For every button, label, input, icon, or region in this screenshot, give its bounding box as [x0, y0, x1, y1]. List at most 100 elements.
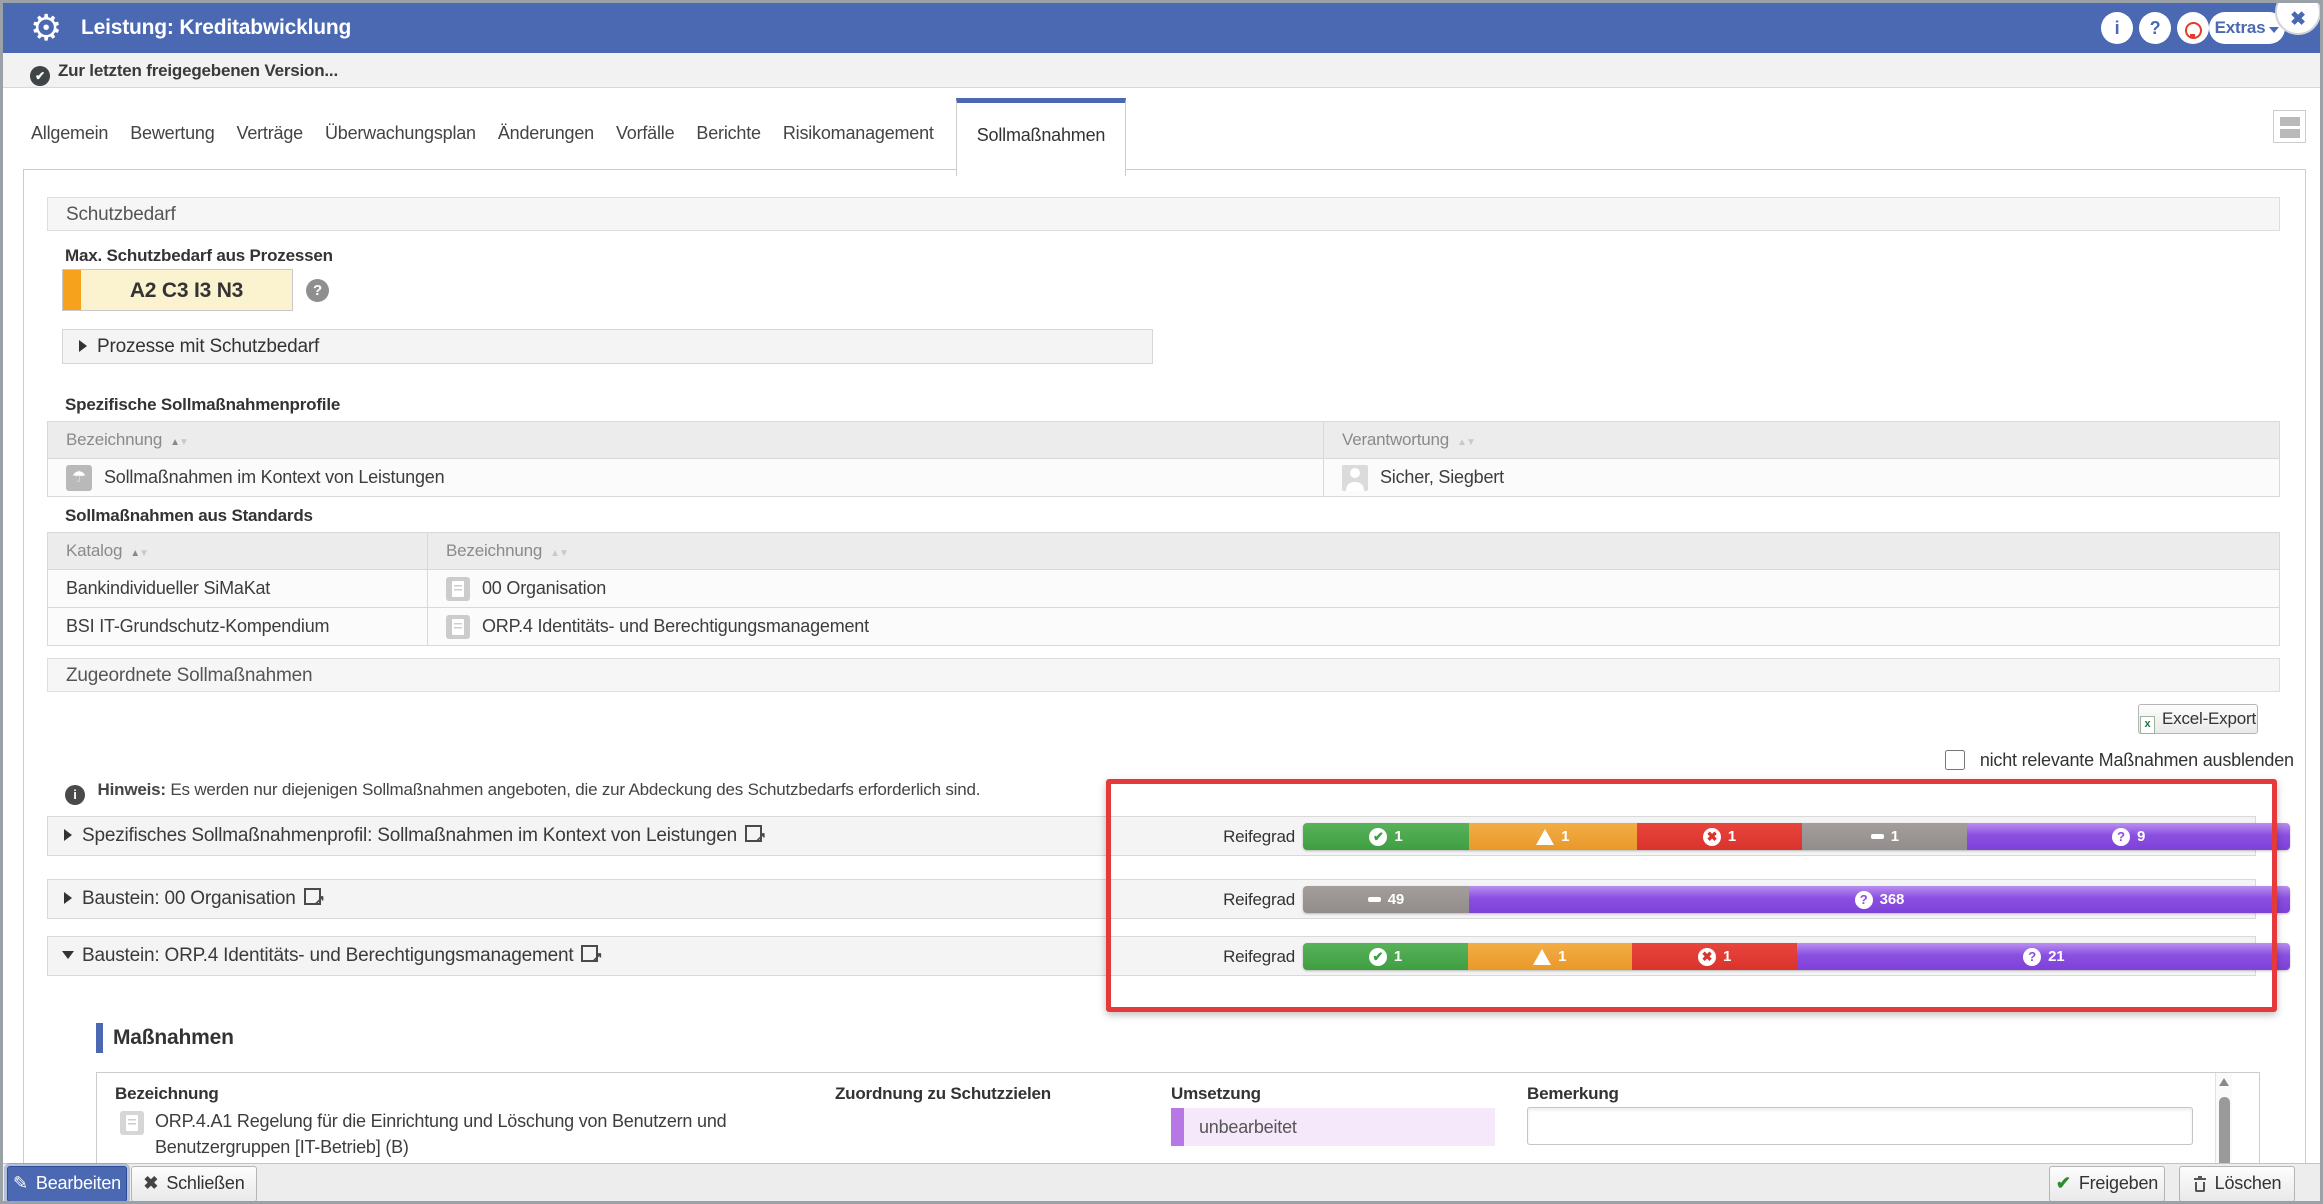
idea-bulb-icon[interactable]: [2177, 12, 2209, 44]
profiles-table: Bezeichnung▲▼ Verantwortung▲▼ ☂Sollmaßna…: [47, 421, 2280, 497]
umsetzung-select[interactable]: unbearbeitet: [1171, 1108, 1495, 1146]
checkbox-label: nicht relevante Maßnahmen ausblenden: [1980, 750, 2294, 770]
heading-accent-bar: [96, 1023, 103, 1053]
segment-teilweise: !1: [1468, 943, 1632, 970]
person-icon: [1342, 465, 1368, 491]
application-window: ⚙ Leistung: Kreditabwicklung i ? Extras …: [0, 0, 2323, 1204]
tab-sollmassnahmen[interactable]: Sollmaßnahmen: [956, 98, 1126, 176]
badge-color-strip: [63, 270, 81, 310]
segment-nicht-erfuellt: ✖1: [1637, 823, 1803, 850]
segment-nicht-erfuellt: ✖1: [1632, 943, 1798, 970]
warning-triangle-icon: !: [1536, 829, 1554, 845]
tab-ueberwachungsplan[interactable]: Überwachungsplan: [325, 98, 476, 169]
x-circle-icon: ✖: [1698, 948, 1716, 966]
chevron-right-icon: [79, 340, 87, 352]
hint-text: i Hinweis: Es werden nur diejenigen Soll…: [65, 780, 980, 805]
layout-toggle-button[interactable]: [2273, 110, 2306, 143]
info-circle-icon: i: [65, 785, 85, 805]
vertical-scrollbar[interactable]: [2215, 1073, 2232, 1169]
external-link-icon[interactable]: ↗: [581, 945, 598, 962]
accordion-baustein-00-organisation[interactable]: Baustein: 00 Organisation↗ Reifegrad 49 …: [47, 879, 2256, 919]
reifegrad-bar: ✔1 !1 ✖1 ?21: [1303, 943, 2290, 970]
tab-vorfaelle[interactable]: Vorfälle: [616, 98, 674, 169]
x-circle-icon: ✖: [1703, 828, 1721, 846]
loeschen-button[interactable]: Löschen: [2179, 1166, 2295, 1202]
table-row[interactable]: Bankindividueller SiMaKat 00 Organisatio…: [48, 570, 2280, 608]
column-header-katalog[interactable]: Katalog▲▼: [48, 533, 428, 570]
profile-icon: ☂: [66, 465, 92, 491]
title-bar: ⚙ Leistung: Kreditabwicklung i ? Extras: [3, 3, 2320, 53]
schutzbedarf-badge: A2 C3 I3 N3: [62, 269, 293, 311]
question-circle-icon: ?: [1855, 891, 1873, 909]
warning-triangle-icon: !: [1533, 949, 1551, 965]
column-header-bezeichnung: Bezeichnung: [115, 1084, 219, 1104]
table-row[interactable]: ☂Sollmaßnahmen im Kontext von Leistungen…: [48, 459, 2280, 497]
hide-irrelevant-checkbox[interactable]: [1945, 750, 1965, 770]
excel-export-button[interactable]: xExcel-Export: [2138, 704, 2258, 734]
help-icon[interactable]: ?: [2139, 12, 2171, 44]
tab-bewertung[interactable]: Bewertung: [130, 98, 214, 169]
chevron-down-icon: [62, 951, 74, 959]
table-row[interactable]: BSI IT-Grundschutz-Kompendium ORP.4 Iden…: [48, 608, 2280, 646]
action-bar: ✎Bearbeiten ✖Schließen ✔Freigeben Lösche…: [3, 1163, 2320, 1201]
reifegrad-bar: ✔1 !1 ✖1 1 ?9: [1303, 823, 2290, 850]
max-schutzbedarf-label: Max. Schutzbedarf aus Prozessen: [65, 246, 333, 266]
trash-icon: [2193, 1176, 2207, 1192]
bemerkung-input[interactable]: [1527, 1107, 2193, 1145]
tab-aenderungen[interactable]: Änderungen: [498, 98, 594, 169]
accordion-profil-sollmassnahmen[interactable]: Spezifisches Sollmaßnahmenprofil: Sollma…: [47, 816, 2256, 856]
massnahme-icon: [120, 1111, 144, 1135]
scroll-up-arrow[interactable]: [2219, 1078, 2229, 1086]
baustein-icon: [446, 615, 470, 639]
accordion-baustein-orp4[interactable]: Baustein: ORP.4 Identitäts- und Berechti…: [47, 936, 2256, 976]
segment-nicht-relevant: 1: [1802, 823, 1967, 850]
tab-risikomanagement[interactable]: Risikomanagement: [783, 98, 934, 169]
tab-vertraege[interactable]: Verträge: [237, 98, 303, 169]
standards-table-label: Sollmaßnahmen aus Standards: [65, 506, 313, 526]
check-icon: ✔: [2056, 1173, 2071, 1193]
sort-icons: ▲▼: [130, 548, 148, 559]
badge-help-icon[interactable]: ?: [306, 279, 329, 302]
hide-irrelevant-checkbox-row: nicht relevante Maßnahmen ausblenden: [1941, 747, 2294, 769]
info-icon[interactable]: i: [2101, 12, 2133, 44]
minus-icon: [1368, 897, 1381, 902]
sort-icons: ▲▼: [170, 437, 188, 448]
bearbeiten-button[interactable]: ✎Bearbeiten: [7, 1166, 127, 1202]
segment-nicht-relevant: 49: [1303, 886, 1469, 913]
sort-icons: ▲▼: [550, 548, 568, 559]
external-link-icon[interactable]: ↗: [304, 888, 321, 905]
chevron-right-icon: [64, 892, 72, 904]
tab-berichte[interactable]: Berichte: [696, 98, 760, 169]
check-circle-icon: ✔: [30, 66, 50, 86]
schliessen-button[interactable]: ✖Schließen: [131, 1166, 257, 1202]
column-header-bemerkung: Bemerkung: [1527, 1084, 1619, 1104]
edit-pencil-icon: ✎: [13, 1173, 28, 1193]
tab-bar: Allgemein Bewertung Verträge Überwachung…: [31, 98, 1126, 169]
tab-allgemein[interactable]: Allgemein: [31, 98, 108, 169]
prozesse-mit-schutzbedarf-toggle[interactable]: Prozesse mit Schutzbedarf: [62, 329, 1153, 364]
column-header-verantwortung[interactable]: Verantwortung▲▼: [1324, 422, 2280, 459]
segment-offen: ?21: [1797, 943, 2290, 970]
external-link-icon[interactable]: ↗: [745, 825, 762, 842]
reifegrad-label: Reifegrad: [1190, 880, 1295, 920]
standards-table: Katalog▲▼ Bezeichnung▲▼ Bankindividuelle…: [47, 532, 2280, 646]
column-header-bezeichnung[interactable]: Bezeichnung▲▼: [428, 533, 2280, 570]
column-header-umsetzung: Umsetzung: [1171, 1084, 1261, 1104]
column-header-zuordnung: Zuordnung zu Schutzzielen: [835, 1084, 1051, 1104]
extras-menu-button[interactable]: Extras: [2209, 12, 2285, 44]
check-circle-icon: ✔: [1369, 828, 1387, 846]
page-title: Leistung: Kreditabwicklung: [81, 3, 351, 53]
reifegrad-label: Reifegrad: [1190, 937, 1295, 977]
chevron-right-icon: [64, 829, 72, 841]
last-released-version-link[interactable]: ✔Zur letzten freigegebenen Version...: [30, 53, 338, 88]
bulb-glyph: [2185, 22, 2202, 39]
scrollbar-thumb[interactable]: [2219, 1097, 2230, 1167]
segment-offen: ?368: [1469, 886, 2290, 913]
version-bar: ✔Zur letzten freigegebenen Version...: [3, 53, 2320, 88]
close-x-icon: ✖: [143, 1173, 158, 1193]
excel-icon: x: [2140, 716, 2155, 734]
segment-erfuellt: ✔1: [1303, 943, 1468, 970]
sort-icons: ▲▼: [1457, 437, 1475, 448]
column-header-bezeichnung[interactable]: Bezeichnung▲▼: [48, 422, 1324, 459]
freigeben-button[interactable]: ✔Freigeben: [2049, 1166, 2165, 1202]
